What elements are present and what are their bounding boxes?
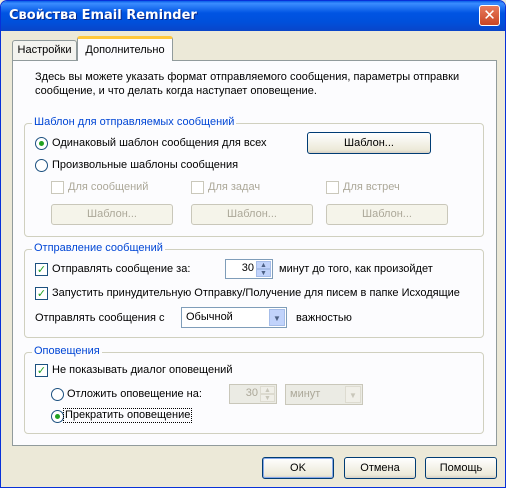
- importance-dropdown[interactable]: Обычной ▼: [181, 307, 287, 328]
- importance-label: Отправлять сообщения с: [35, 312, 165, 324]
- spin-buttons: ▲ ▼: [256, 261, 271, 277]
- checkbox-meetings-label[interactable]: Для встреч: [343, 181, 400, 194]
- checkbox-messages[interactable]: [51, 181, 64, 194]
- stop-label[interactable]: Прекратить оповещение: [62, 408, 193, 423]
- minutes-stepper[interactable]: 30 ▲ ▼: [225, 259, 273, 279]
- title-bar[interactable]: Свойства Email Reminder ✕: [1, 1, 505, 31]
- chevron-down-icon[interactable]: ▼: [345, 386, 361, 403]
- send-before-label[interactable]: Отправлять сообщение за:: [52, 263, 190, 276]
- radio-postpone[interactable]: [51, 388, 64, 401]
- template-messages-button[interactable]: Шаблон...: [51, 204, 173, 225]
- window-title: Свойства Email Reminder: [9, 8, 197, 23]
- checkbox-force-send[interactable]: ✓: [35, 287, 48, 300]
- dialog-window: Свойства Email Reminder ✕ Настройки Допо…: [0, 0, 506, 488]
- template-tasks-button[interactable]: Шаблон...: [191, 204, 313, 225]
- postpone-value: 30: [245, 387, 258, 399]
- postpone-unit-value: минут: [290, 388, 321, 400]
- minutes-suffix: минут до того, как произойдет: [279, 263, 433, 275]
- postpone-stepper[interactable]: 30 ▲ ▼: [229, 384, 277, 404]
- chevron-down-icon[interactable]: ▼: [269, 309, 285, 326]
- minutes-value: 30: [241, 262, 254, 274]
- send-group-title: Отправление сообщений: [32, 242, 165, 254]
- postpone-label[interactable]: Отложить оповещение на:: [67, 388, 202, 401]
- postpone-unit-dropdown[interactable]: минут ▼: [285, 384, 363, 405]
- importance-value: Обычной: [186, 311, 233, 323]
- checkbox-hide-dialog[interactable]: ✓: [35, 364, 48, 377]
- spin-up-icon[interactable]: ▲: [260, 386, 275, 394]
- force-send-label[interactable]: Запустить принудительную Отправку/Получе…: [52, 287, 460, 300]
- checkbox-tasks[interactable]: [191, 181, 204, 194]
- checkbox-meetings[interactable]: [326, 181, 339, 194]
- checkbox-messages-label[interactable]: Для сообщений: [68, 181, 148, 194]
- spin-down-icon[interactable]: ▼: [256, 269, 271, 277]
- close-button[interactable]: ✕: [479, 5, 500, 26]
- help-button[interactable]: Помощь: [425, 457, 497, 479]
- intro-text: Здесь вы можете указать формат отправляе…: [35, 71, 460, 97]
- alerts-group-title: Оповещения: [32, 345, 102, 357]
- spin-down-icon[interactable]: ▼: [260, 394, 275, 402]
- tab-settings[interactable]: Настройки: [12, 40, 77, 60]
- spin-up-icon[interactable]: ▲: [256, 261, 271, 269]
- template-button[interactable]: Шаблон...: [307, 132, 431, 154]
- ok-button[interactable]: OK: [262, 457, 334, 479]
- radio-custom-templates[interactable]: [35, 159, 48, 172]
- radio-same-template[interactable]: [35, 137, 48, 150]
- spin-buttons: ▲ ▼: [260, 386, 275, 402]
- cancel-button[interactable]: Отмена: [344, 457, 416, 479]
- tab-advanced[interactable]: Дополнительно: [77, 36, 173, 61]
- check-icon: ✓: [36, 263, 47, 276]
- check-icon: ✓: [36, 364, 47, 377]
- radio-same-template-label[interactable]: Одинаковый шаблон сообщения для всех: [52, 137, 267, 150]
- checkbox-send-before[interactable]: ✓: [35, 263, 48, 276]
- check-icon: ✓: [36, 287, 47, 300]
- radio-custom-templates-label[interactable]: Произвольные шаблоны сообщения: [52, 159, 238, 172]
- template-meetings-button[interactable]: Шаблон...: [326, 204, 448, 225]
- importance-suffix: важностью: [296, 312, 352, 324]
- radio-stop[interactable]: [51, 410, 64, 423]
- template-group-title: Шаблон для отправляемых сообщений: [32, 116, 237, 128]
- checkbox-tasks-label[interactable]: Для задач: [208, 181, 260, 194]
- close-icon: ✕: [483, 6, 496, 24]
- hide-dialog-label[interactable]: Не показывать диалог оповещений: [52, 364, 232, 377]
